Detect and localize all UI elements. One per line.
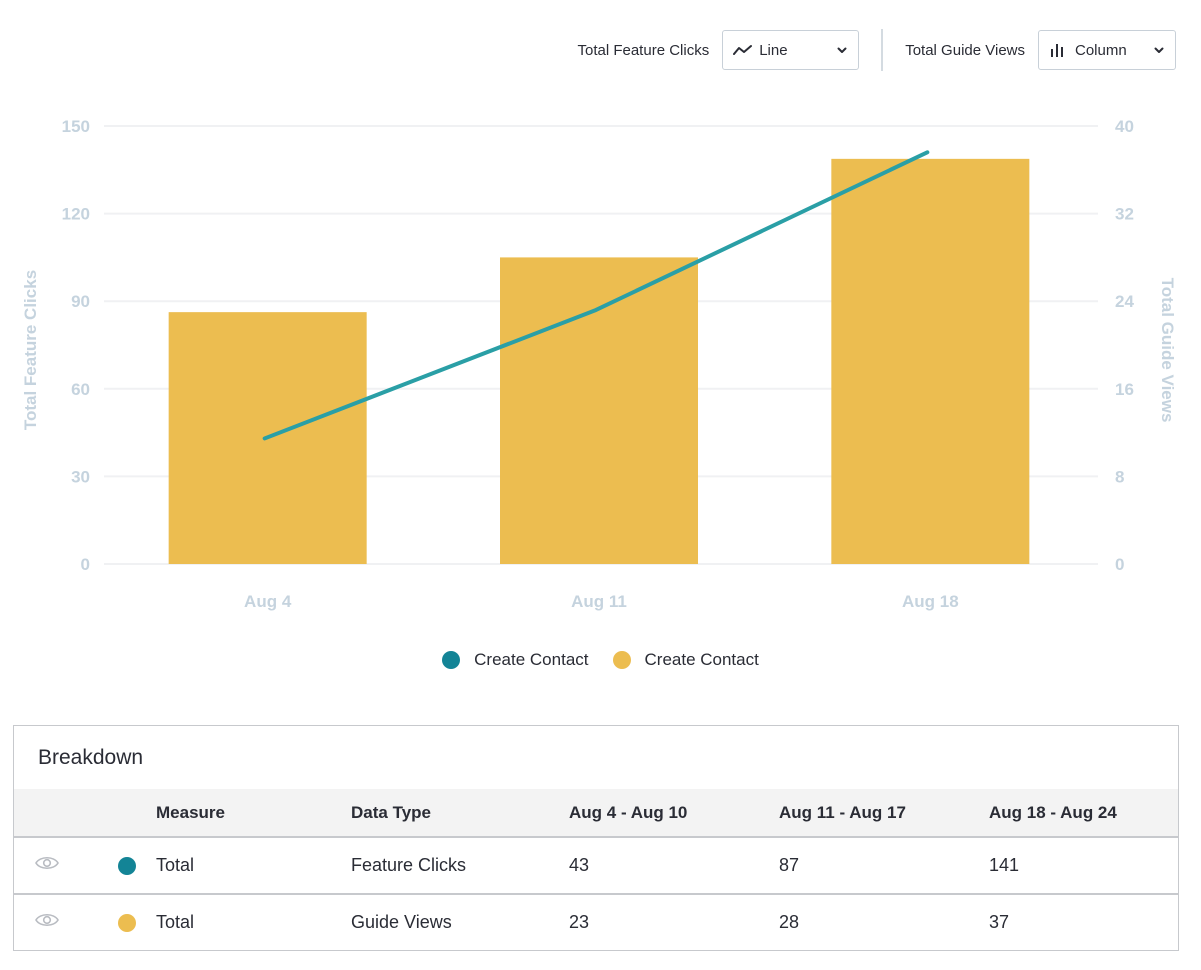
y-right-tick-label: 40 — [1115, 117, 1134, 136]
legend-dot-teal — [442, 651, 461, 669]
y-left-tick-label: 30 — [71, 467, 90, 486]
eye-icon[interactable] — [34, 854, 60, 877]
cell-week-1: 23 — [569, 912, 590, 932]
x-tick-label: Aug 11 — [571, 592, 627, 611]
bars — [168, 158, 1030, 564]
header-color — [118, 789, 156, 838]
column-chart-icon — [1049, 42, 1071, 58]
chevron-down-icon — [836, 44, 848, 56]
bar — [831, 158, 1030, 564]
header-visibility — [14, 789, 118, 838]
breakdown-title: Breakdown — [38, 746, 144, 769]
table-row: Total Guide Views 23 28 37 — [14, 894, 1178, 950]
cell-week-3: 37 — [989, 912, 1010, 932]
cell-week-2: 28 — [779, 912, 800, 932]
cell-measure: Total — [156, 912, 195, 932]
guide-views-chart-type-dropdown[interactable]: Column — [1038, 30, 1176, 70]
chart-toolbar: Total Feature Clicks Line Total Guide Vi… — [577, 29, 1176, 71]
cell-measure: Total — [156, 837, 351, 895]
series-color-dot — [118, 914, 136, 933]
cell-data-type: Guide Views — [351, 912, 452, 932]
eye-icon[interactable] — [34, 911, 60, 934]
line-chart-icon — [733, 42, 755, 58]
y-right-tick-label: 24 — [1115, 292, 1134, 311]
cell-week-1: 43 — [569, 837, 779, 895]
toolbar-divider — [881, 29, 884, 71]
header-measure: Measure — [156, 789, 351, 838]
legend-label: Create Contact — [644, 650, 759, 669]
y-left-tick-label: 0 — [81, 555, 90, 574]
guide-views-label: Total Guide Views — [905, 41, 1025, 59]
breakdown-panel: Breakdown Measure Data Type Aug 4 - Aug … — [13, 725, 1179, 951]
y-left-axis-title: Total Feature Clicks — [21, 270, 40, 430]
header-week-3: Aug 18 - Aug 24 — [989, 789, 1178, 838]
y-left-tick-label: 150 — [62, 117, 90, 136]
chart-legend: Create Contact Create Contact — [0, 650, 1201, 670]
table-row: Total Feature Clicks 43 87 141 — [14, 837, 1178, 895]
y-left-tick-label: 120 — [62, 205, 90, 224]
legend-label: Create Contact — [474, 650, 589, 669]
breakdown-table: Measure Data Type Aug 4 - Aug 10 Aug 11 … — [14, 789, 1178, 950]
feature-clicks-chart-type-dropdown[interactable]: Line — [722, 30, 860, 70]
cell-data-type: Feature Clicks — [351, 837, 569, 895]
header-data-type: Data Type — [351, 789, 569, 838]
y-left-tick-label: 60 — [71, 380, 90, 399]
combo-chart: 0 0 30 8 60 16 90 24 120 32 150 40 Aug 4 Aug 11 Aug 18… — [21, 117, 1177, 611]
y-right-tick-label: 16 — [1115, 380, 1134, 399]
y-right-tick-label: 8 — [1115, 467, 1124, 486]
cell-week-3: 141 — [989, 837, 1178, 895]
x-tick-label: Aug 4 — [244, 592, 292, 611]
x-tick-label: Aug 18 — [902, 592, 959, 611]
y-left-tick-label: 90 — [71, 292, 90, 311]
chevron-down-icon — [1153, 44, 1165, 56]
legend-item-guide-views[interactable]: Create Contact — [612, 650, 759, 670]
y-right-tick-label: 32 — [1115, 205, 1134, 224]
y-right-tick-label: 0 — [1115, 555, 1124, 574]
legend-item-feature-clicks[interactable]: Create Contact — [442, 650, 589, 670]
header-week-1: Aug 4 - Aug 10 — [569, 789, 779, 838]
table-header-row: Measure Data Type Aug 4 - Aug 10 Aug 11 … — [14, 789, 1178, 838]
legend-dot-yellow — [612, 651, 631, 669]
guide-views-chart-type-value: Column — [1075, 41, 1127, 59]
y-right-axis-title: Total Guide Views — [1158, 278, 1177, 423]
feature-clicks-chart-type-value: Line — [759, 41, 788, 59]
bar — [500, 257, 698, 564]
header-week-2: Aug 11 - Aug 17 — [779, 789, 989, 838]
feature-clicks-label: Total Feature Clicks — [577, 41, 710, 59]
series-color-dot — [118, 857, 136, 876]
cell-week-2: 87 — [779, 837, 989, 895]
